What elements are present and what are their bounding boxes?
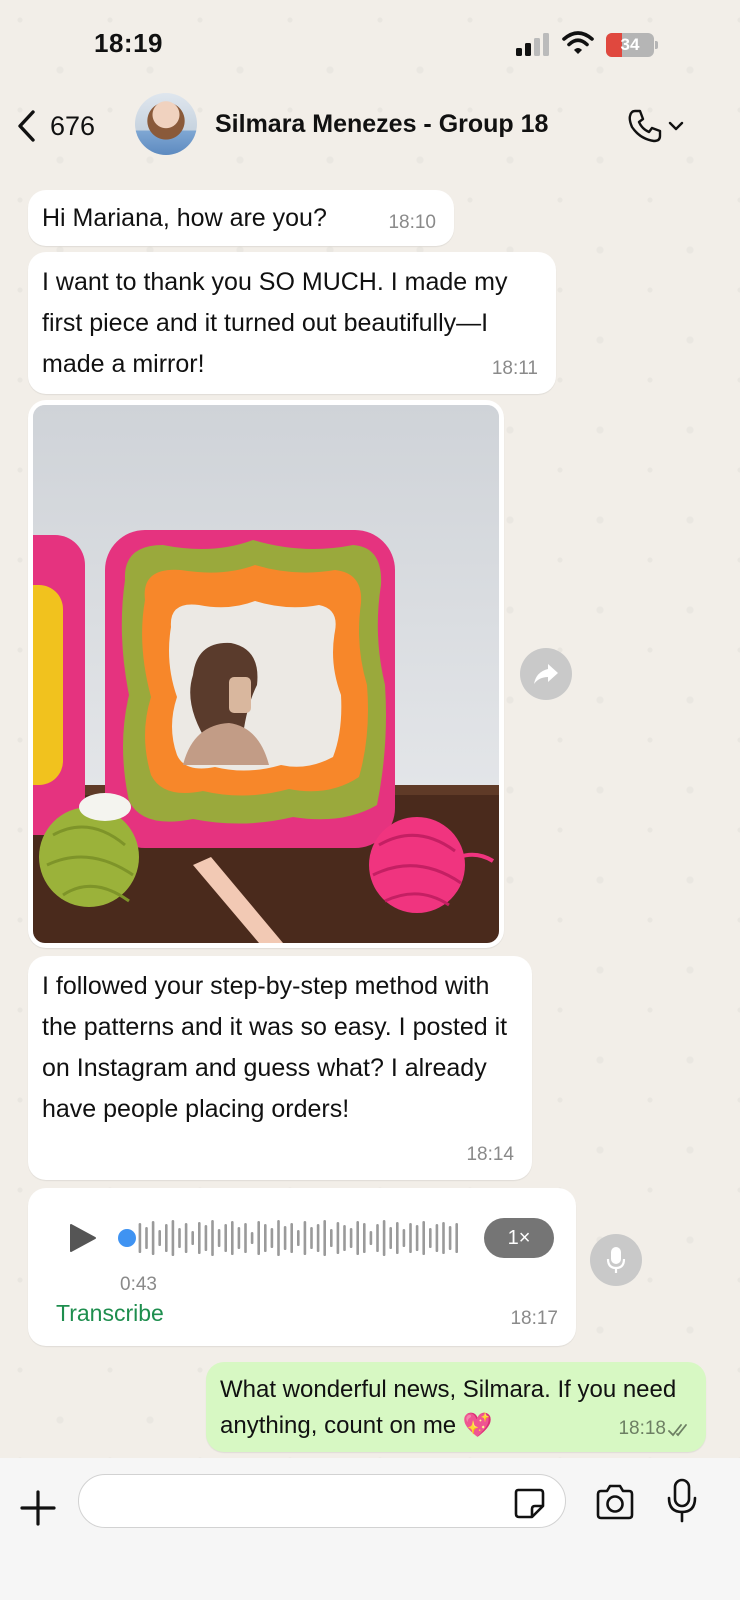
waveform-bar: [224, 1224, 227, 1252]
chat-header: 676 Silmara Menezes - Group 18: [0, 88, 740, 168]
waveform-bar: [158, 1230, 161, 1246]
chevron-left-icon: [18, 110, 35, 142]
incoming-message[interactable]: Hi Mariana, how are you? 18:10: [28, 190, 454, 246]
call-button[interactable]: [626, 106, 688, 146]
battery-icon: 34: [606, 33, 658, 57]
waveform-bar: [211, 1220, 214, 1256]
tufted-mirror-image: [33, 405, 499, 943]
waveform-bar: [323, 1220, 326, 1256]
waveform-bar: [448, 1226, 452, 1250]
chevron-down-icon: [668, 121, 684, 131]
voice-message-indicator: [590, 1234, 642, 1286]
microphone-icon[interactable]: [666, 1478, 698, 1524]
waveform-bar: [297, 1230, 300, 1246]
avatar[interactable]: [135, 93, 197, 155]
waveform-bar: [396, 1222, 399, 1254]
message-text: I want to thank you SO MUCH. I made my f…: [42, 268, 508, 378]
incoming-image-message[interactable]: [28, 400, 504, 948]
incoming-voice-message[interactable]: 1× 0:43 Transcribe 18:17: [28, 1188, 576, 1346]
waveform-bar: [343, 1225, 346, 1251]
message-time: 18:10: [388, 212, 436, 233]
waveform-bar: [409, 1223, 412, 1253]
waveform-bar: [237, 1227, 241, 1249]
camera-icon[interactable]: [594, 1484, 636, 1520]
waveform-bar: [184, 1223, 188, 1253]
waveform-bar: [336, 1222, 340, 1254]
waveform-bar: [389, 1227, 392, 1249]
waveform-bar: [455, 1223, 458, 1253]
mirror-photo[interactable]: [33, 405, 499, 943]
waveform-bar: [231, 1221, 234, 1255]
voice-duration: 0:43: [120, 1274, 157, 1295]
message-text: Hi Mariana, how are you?: [42, 204, 327, 232]
outgoing-message[interactable]: What wonderful news, Silmara. If you nee…: [206, 1362, 706, 1452]
waveform-bar: [363, 1223, 366, 1253]
transcribe-link[interactable]: Transcribe: [56, 1300, 164, 1327]
waveform-bar: [310, 1227, 313, 1249]
playback-speed-button[interactable]: 1×: [484, 1218, 554, 1258]
incoming-message[interactable]: I followed your step-by-step method with…: [28, 956, 532, 1180]
waveform-bar: [244, 1223, 247, 1253]
waveform-bar: [435, 1224, 439, 1252]
waveform-bar: [429, 1228, 432, 1248]
waveform-bar: [442, 1222, 445, 1254]
contact-name[interactable]: Silmara Menezes - Group 18: [215, 110, 548, 139]
play-icon[interactable]: [68, 1222, 98, 1254]
microphone-icon: [606, 1247, 626, 1273]
back-button[interactable]: 676: [16, 104, 95, 148]
status-bar: 18:19 34: [0, 0, 740, 80]
phone-icon: [628, 109, 662, 143]
waveform-bar: [165, 1224, 168, 1252]
status-time: 18:19: [94, 28, 163, 58]
waveform-bar: [257, 1221, 260, 1255]
waveform-bar: [316, 1224, 320, 1252]
waveform-bar: [369, 1231, 373, 1245]
waveform-bar: [349, 1228, 353, 1248]
waveform-bar: [277, 1220, 280, 1256]
waveform-bar: [198, 1222, 201, 1254]
waveform-bar: [422, 1221, 425, 1255]
waveform-bar: [145, 1227, 148, 1249]
waveform-bar: [178, 1228, 181, 1248]
wifi-icon: [562, 31, 594, 54]
plus-icon[interactable]: [18, 1488, 58, 1528]
message-time: 18:11: [491, 358, 538, 379]
unread-count: 676: [50, 110, 96, 141]
waveform-bar: [382, 1220, 386, 1256]
message-input[interactable]: [78, 1474, 566, 1528]
message-text: I followed your step-by-step method with…: [42, 972, 508, 1123]
waveform-bar: [290, 1223, 293, 1253]
waveform-bar: [250, 1232, 254, 1244]
waveform-bar: [264, 1224, 267, 1252]
waveform-bar: [151, 1221, 155, 1255]
waveform-bar: [303, 1221, 307, 1255]
waveform-bar: [356, 1221, 359, 1255]
message-time: 18:18: [618, 1418, 666, 1439]
cellular-signal-icon: [516, 33, 549, 56]
waveform-bar: [191, 1231, 194, 1245]
incoming-message[interactable]: I want to thank you SO MUCH. I made my f…: [28, 252, 556, 394]
battery-percent: 34: [620, 35, 640, 54]
waveform-bar: [217, 1229, 221, 1247]
waveform-bar: [204, 1225, 208, 1251]
waveform-bar: [270, 1228, 274, 1248]
waveform-bar: [402, 1229, 406, 1247]
waveform-bar: [415, 1225, 419, 1251]
forward-button[interactable]: [520, 648, 572, 700]
sticker-icon[interactable]: [512, 1486, 546, 1520]
double-check-icon: [668, 1424, 687, 1437]
voice-waveform[interactable]: [118, 1216, 482, 1260]
message-composer: [0, 1458, 740, 1600]
waveform-bar: [330, 1229, 333, 1247]
playback-scrubber[interactable]: [118, 1229, 136, 1247]
message-time: 18:17: [510, 1308, 558, 1329]
waveform-bar: [138, 1223, 142, 1253]
waveform-bar: [283, 1226, 287, 1250]
waveform-bar: [376, 1224, 379, 1252]
waveform-bar: [171, 1220, 175, 1256]
share-forward-icon: [534, 664, 558, 684]
message-time: 18:14: [466, 1144, 514, 1165]
